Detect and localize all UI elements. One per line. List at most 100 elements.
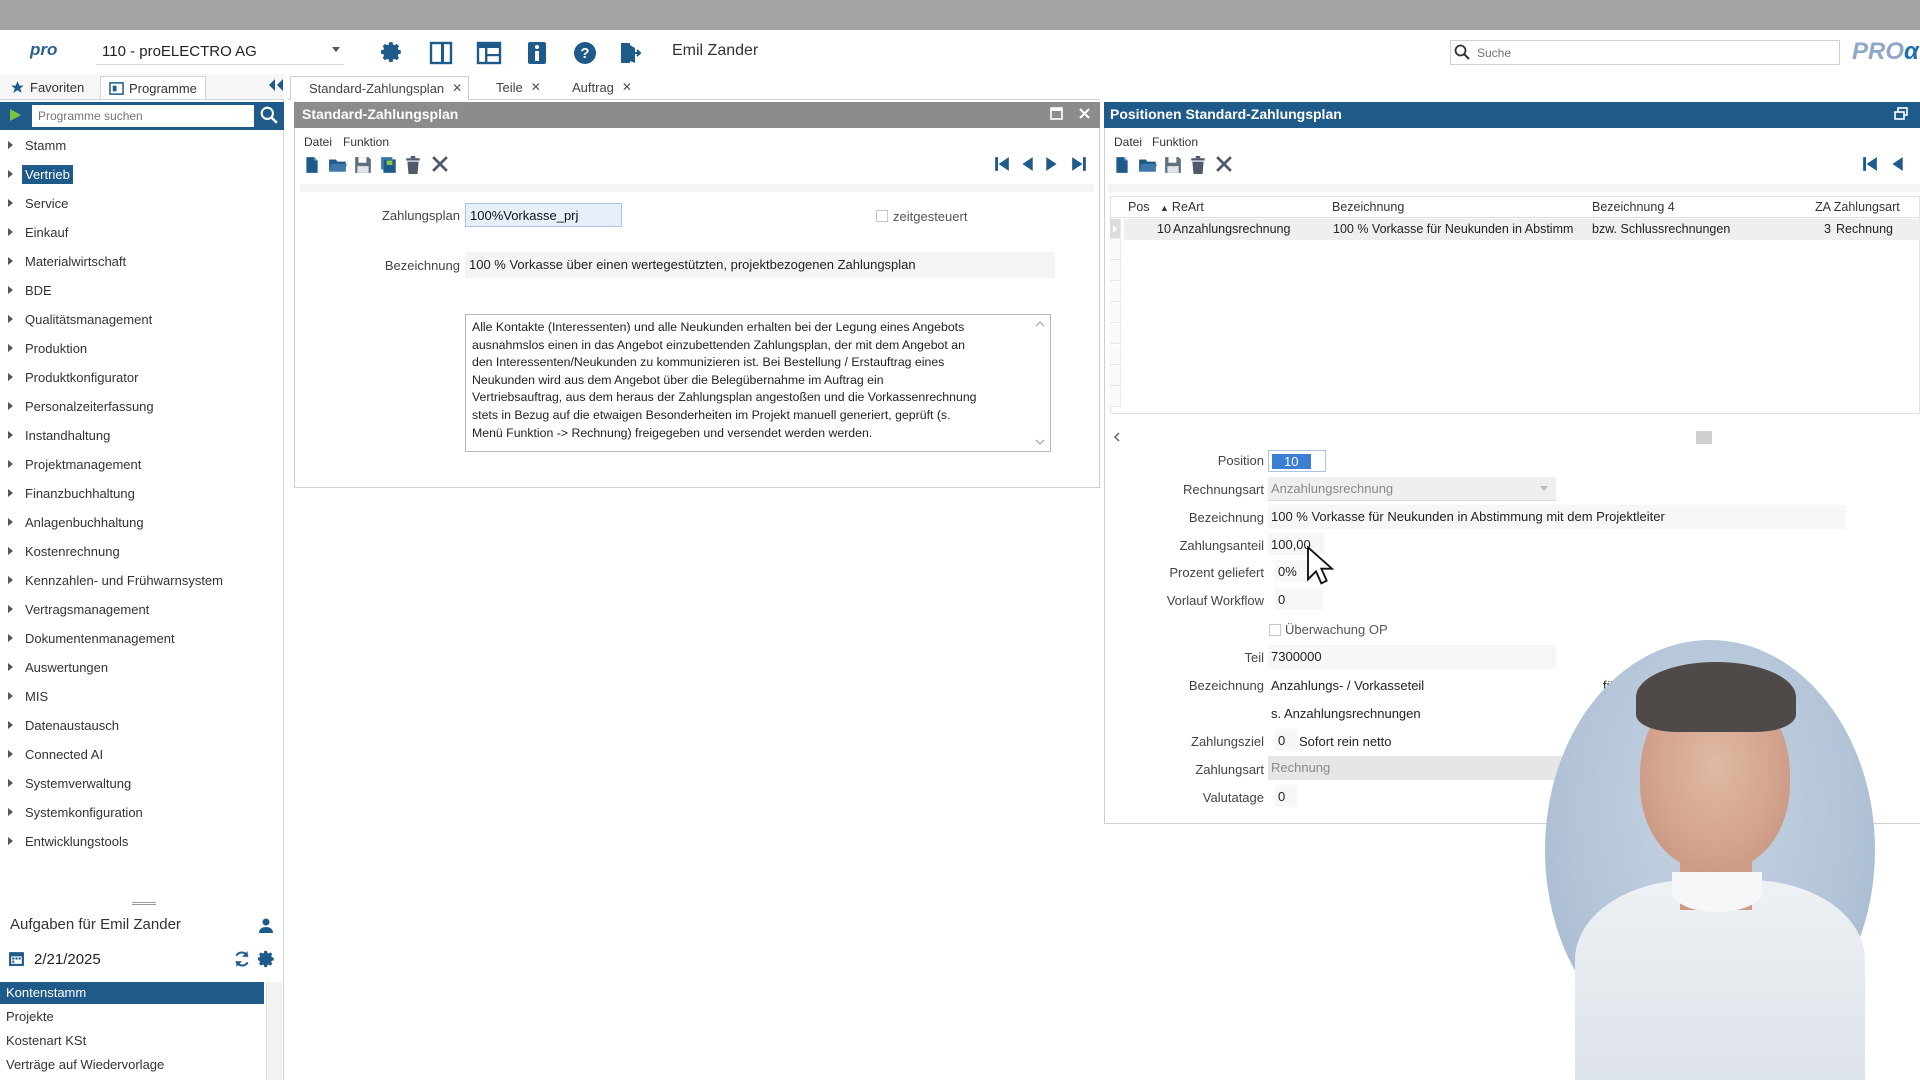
row-selector[interactable] [1110,345,1121,365]
rechnungsart-select[interactable]: Anzahlungsrechnung [1268,477,1556,501]
next-icon[interactable] [1045,156,1069,178]
search-icon[interactable] [260,106,278,124]
sidebar-item[interactable]: Produktion [8,337,90,359]
menu-funktion[interactable]: Funktion [343,135,389,149]
play-icon[interactable] [8,108,22,122]
sidebar-item[interactable]: Systemkonfiguration [8,801,146,823]
sidebar-item[interactable]: Kennzahlen- und Frühwarnsystem [8,569,226,591]
chevron-right-icon[interactable] [8,489,13,497]
first-icon[interactable] [1862,156,1886,178]
column-header-za-zahlungsart[interactable]: ZA Zahlungsart [1815,200,1900,214]
description-textarea[interactable]: Alle Kontakte (Interessenten) und alle N… [465,314,1051,452]
chevron-right-icon[interactable] [8,837,13,845]
prev-icon[interactable] [1020,156,1044,178]
chevron-right-icon[interactable] [8,257,13,265]
gear-icon[interactable] [258,950,276,968]
row-selector[interactable] [1110,282,1121,302]
chevron-right-icon[interactable] [8,750,13,758]
sidebar-item[interactable]: Datenaustausch [8,714,122,736]
prev-icon[interactable] [1890,156,1914,178]
menu-datei[interactable]: Datei [304,135,332,149]
sidebar-item[interactable]: Connected AI [8,743,106,765]
chevron-right-icon[interactable] [8,663,13,671]
textarea-scrollbar[interactable] [1034,318,1046,448]
save-icon[interactable] [1164,156,1188,178]
chevron-right-icon[interactable] [8,228,13,236]
chevron-right-icon[interactable] [8,344,13,352]
chevron-right-icon[interactable] [8,199,13,207]
column-header-reart[interactable]: ▲ ReArt [1160,200,1204,214]
chevron-right-icon[interactable] [8,721,13,729]
row-selector[interactable] [1110,387,1121,407]
chevron-right-icon[interactable] [8,286,13,294]
sidebar-item[interactable]: Dokumentenmanagement [8,627,178,649]
sidebar-item[interactable]: Vertrieb [8,163,73,185]
vorlauf-workflow-input[interactable]: 0 [1275,588,1323,610]
chevron-right-icon[interactable] [8,460,13,468]
column-header-pos[interactable]: Pos [1128,200,1150,214]
menu-datei[interactable]: Datei [1114,135,1142,149]
help-icon[interactable]: ? [570,38,600,68]
row-selector[interactable] [1110,324,1121,344]
tab-standard-zahlungsplan[interactable]: Standard-Zahlungsplan ✕ [290,76,470,100]
sidebar-item[interactable]: Anlagenbuchhaltung [8,511,147,533]
sidebar-item[interactable]: Instandhaltung [8,424,113,446]
sidebar-item[interactable]: Projektmanagement [8,453,144,475]
zahlungsziel-input[interactable]: 0 [1275,729,1297,751]
close-icon[interactable]: ✕ [452,81,462,99]
close-icon[interactable] [1216,156,1240,178]
global-search-input[interactable] [1450,40,1840,65]
chevron-right-icon[interactable] [8,431,13,439]
program-search-input[interactable] [32,105,254,127]
chevron-right-icon[interactable] [8,605,13,613]
scrollbar-thumb[interactable] [1696,431,1712,444]
save-copy-icon[interactable] [380,156,404,178]
ueberwachung-op-checkbox[interactable] [1269,624,1281,636]
tab-programs[interactable]: Programme [100,76,206,99]
maximize-icon[interactable] [1050,107,1063,120]
chevron-right-icon[interactable] [8,315,13,323]
chevron-right-icon[interactable] [8,576,13,584]
position-bezeichnung-field[interactable]: 100 % Vorkasse für Neukunden in Abstimmu… [1268,505,1846,529]
open-icon[interactable] [328,156,352,178]
position-input[interactable]: 10 [1268,450,1326,472]
open-icon[interactable] [1138,156,1162,178]
refresh-icon[interactable] [233,950,251,968]
scroll-left-icon[interactable] [1113,432,1121,442]
chevron-right-icon[interactable] [8,808,13,816]
chevron-right-icon[interactable] [8,373,13,381]
user-icon[interactable] [258,917,274,933]
panel-layout-icon[interactable] [426,38,456,68]
new-icon[interactable] [303,156,327,178]
list-item[interactable]: Verträge auf Wiedervorlage [0,1054,264,1076]
sidebar-item[interactable]: Personalzeiterfassung [8,395,157,417]
last-icon[interactable] [1071,156,1095,178]
close-icon[interactable] [432,156,456,178]
sidebar-item[interactable]: Entwicklungstools [8,830,131,852]
tasks-date[interactable]: 2/21/2025 [34,951,101,968]
chevron-right-icon[interactable] [8,141,13,149]
zahlungsplan-input[interactable]: 100%Vorkasse_prj [465,203,622,227]
chevron-right-icon[interactable] [8,547,13,555]
sidebar-item[interactable]: Produktkonfigurator [8,366,141,388]
sidebar-item[interactable]: Kostenrechnung [8,540,123,562]
task-list-scrollbar[interactable] [266,982,282,1080]
chevron-right-icon[interactable] [8,170,13,178]
restore-icon[interactable] [1894,107,1908,120]
chevron-right-icon[interactable] [8,402,13,410]
collapse-left-icon[interactable] [268,78,284,92]
chevron-right-icon[interactable] [8,518,13,526]
tab-teile[interactable]: Teile ✕ [478,76,547,100]
sidebar-item[interactable]: Systemverwaltung [8,772,134,794]
info-icon[interactable] [522,38,552,68]
company-select[interactable]: 110 - proELECTRO AG [96,39,344,65]
column-header-bezeichnung[interactable]: Bezeichnung [1332,200,1404,214]
new-icon[interactable] [1113,156,1137,178]
sidebar-item[interactable]: Service [8,192,71,214]
sidebar-item[interactable]: Vertragsmanagement [8,598,152,620]
list-item[interactable]: Projekte [0,1006,264,1028]
sidebar-item[interactable]: Qualitätsmanagement [8,308,155,330]
sidebar-item[interactable]: Finanzbuchhaltung [8,482,138,504]
close-icon[interactable]: ✕ [622,80,632,100]
first-icon[interactable] [994,156,1018,178]
